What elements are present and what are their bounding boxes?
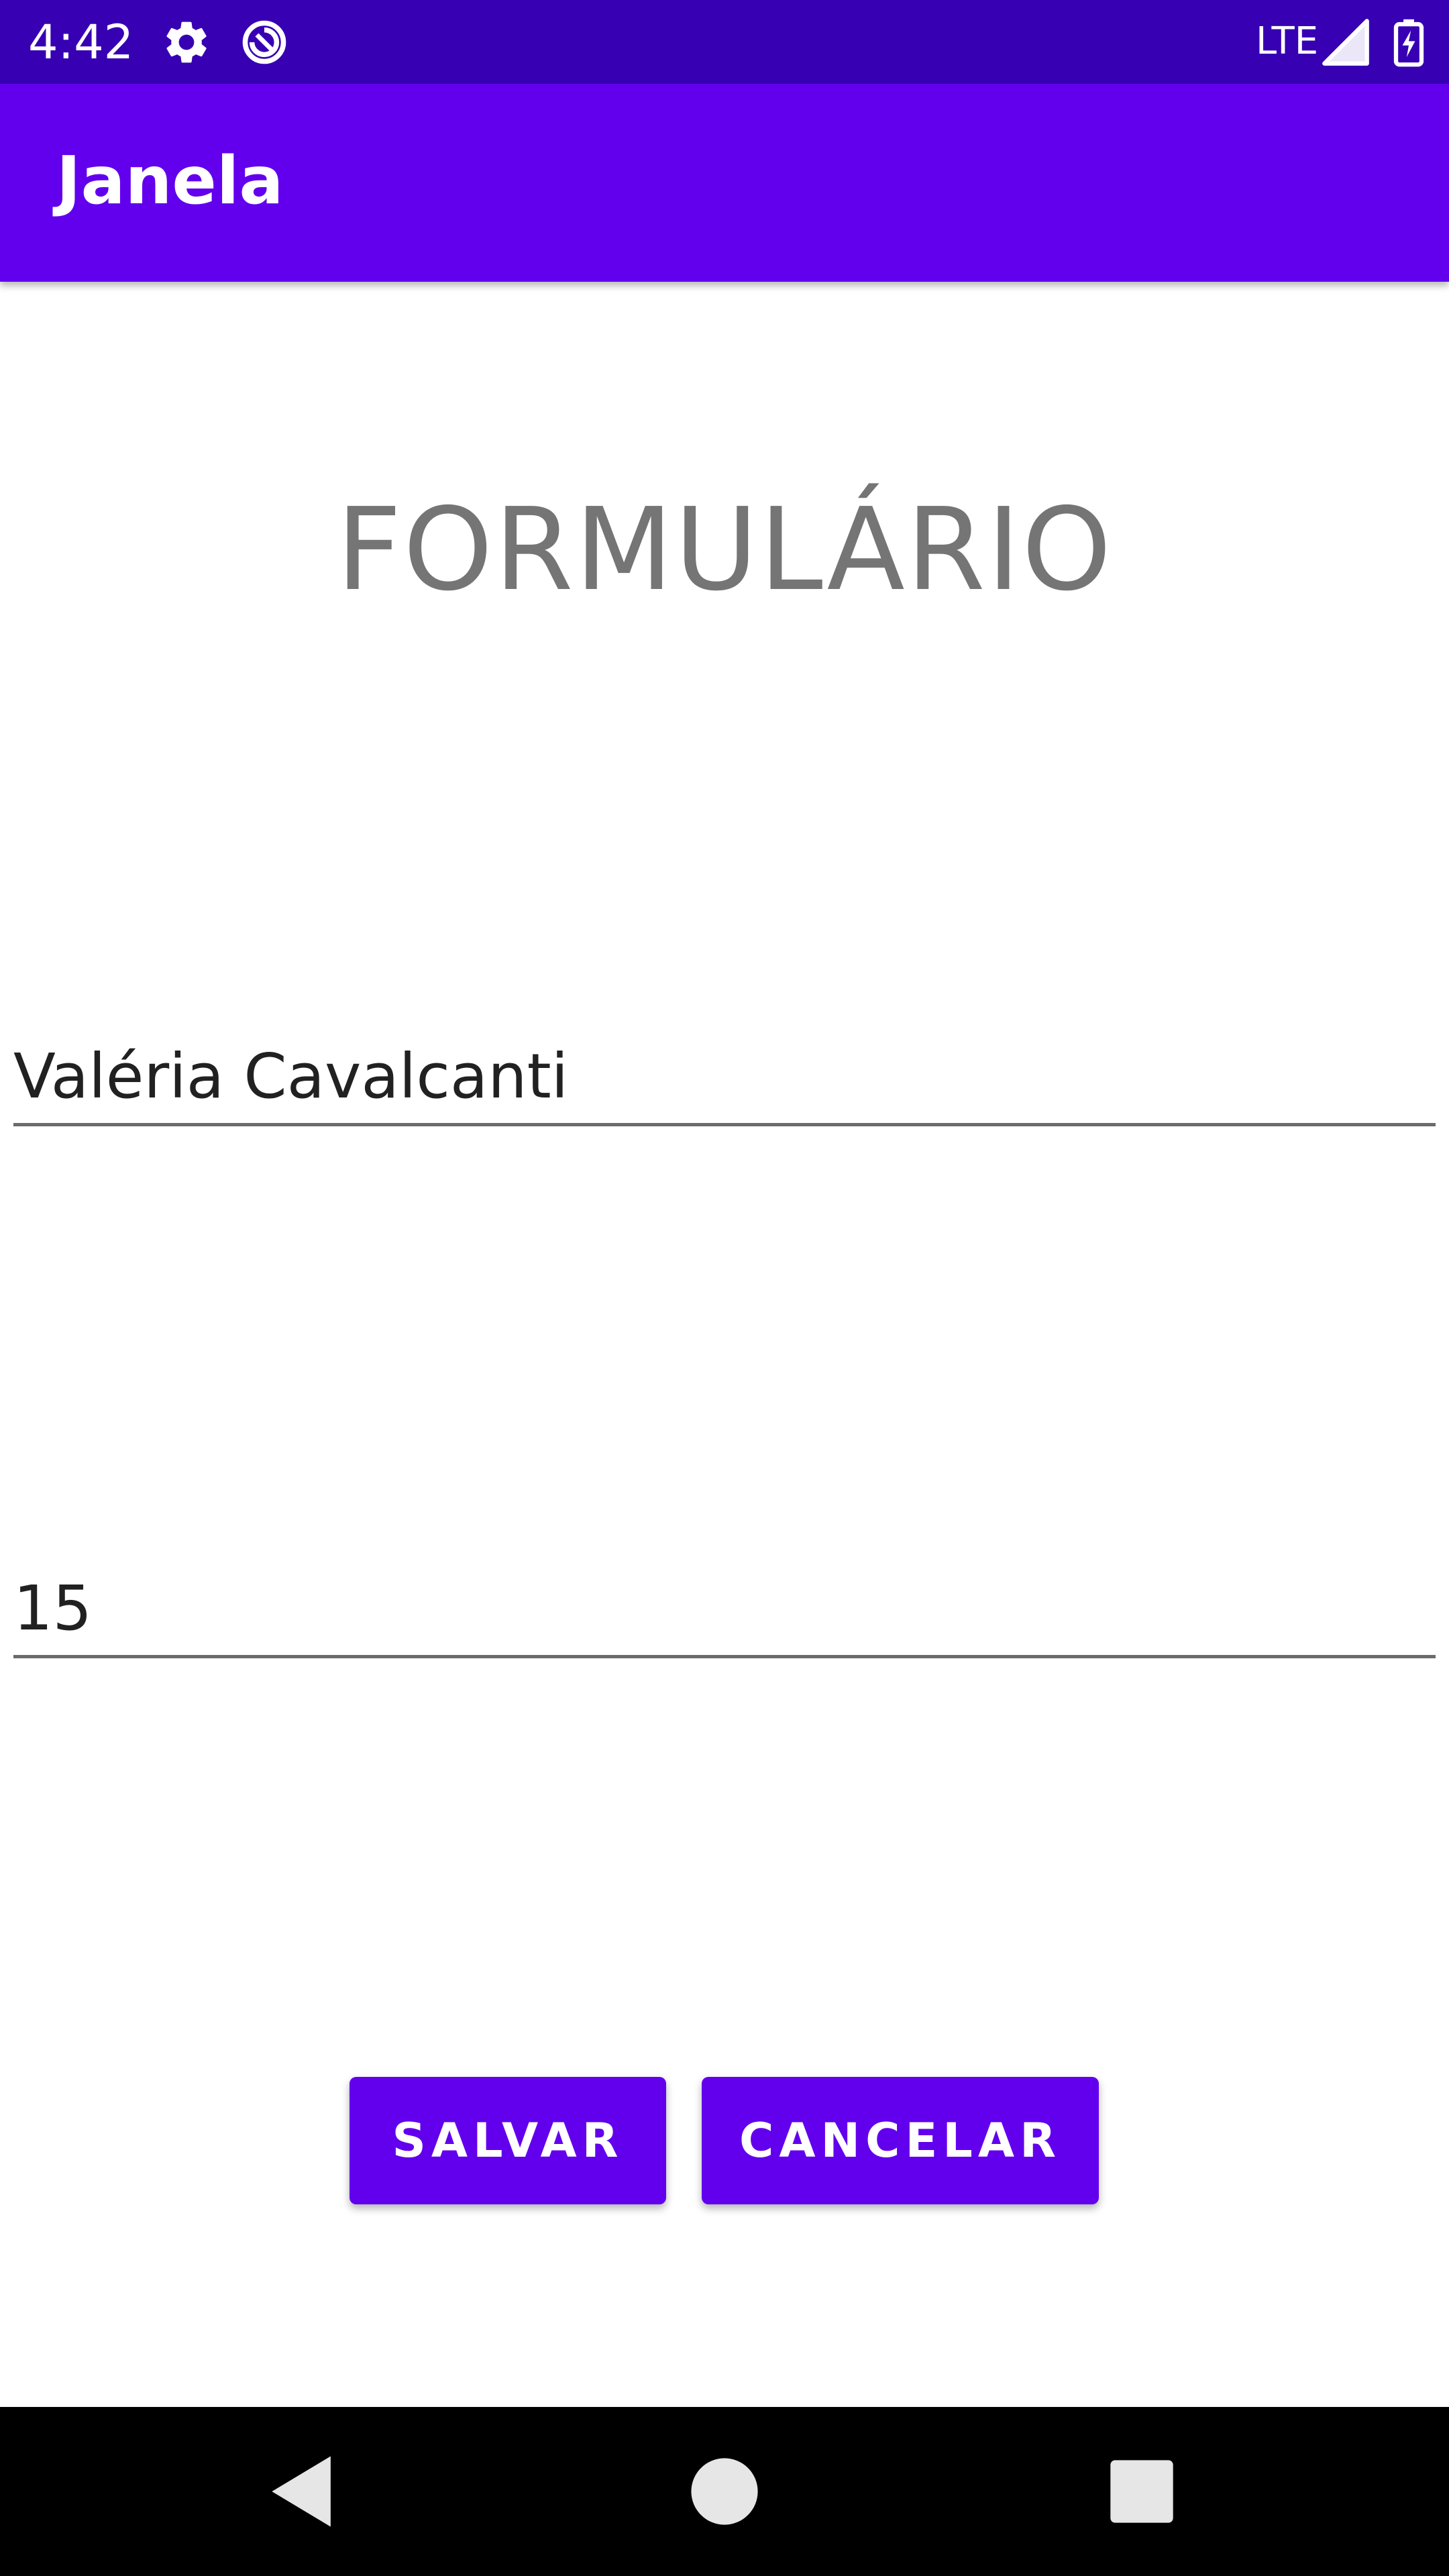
data-saver-icon xyxy=(242,20,286,64)
network-type: LTE xyxy=(1256,19,1319,63)
status-time: 4:42 xyxy=(28,15,134,70)
app-title: Janela xyxy=(56,143,284,219)
recents-icon[interactable] xyxy=(1095,2445,1189,2538)
signal-icon xyxy=(1322,19,1369,66)
settings-icon xyxy=(166,21,207,63)
home-icon[interactable] xyxy=(678,2445,771,2538)
save-button[interactable]: SALVAR xyxy=(350,2077,666,2204)
cancel-button[interactable]: CANCELAR xyxy=(702,2077,1099,2204)
form-heading: FORMULÁRIO xyxy=(336,484,1113,616)
name-field xyxy=(13,1040,1436,1126)
status-bar: 4:42 LTE xyxy=(0,0,1449,84)
app-bar: Janela xyxy=(0,84,1449,282)
name-input[interactable] xyxy=(13,1040,1436,1126)
navigation-bar xyxy=(0,2407,1449,2576)
number-input[interactable] xyxy=(13,1572,1436,1658)
number-field xyxy=(13,1572,1436,1658)
battery-charging-icon xyxy=(1393,19,1424,67)
back-icon[interactable] xyxy=(256,2445,350,2538)
